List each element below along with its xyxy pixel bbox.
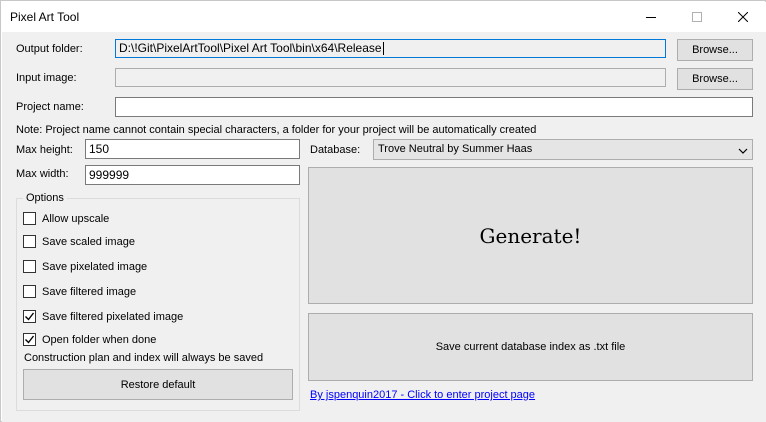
output-folder-value: D:\!Git\PixelArtTool\Pixel Art Tool\bin\…: [119, 41, 382, 55]
option-save-pixelated-image[interactable]: Save pixelated image: [23, 260, 147, 273]
checkbox-checked-icon[interactable]: [23, 333, 36, 346]
checkbox-unchecked-icon[interactable]: [23, 260, 36, 273]
options-footer-note: Construction plan and index will always …: [24, 352, 264, 364]
database-select[interactable]: Trove Neutral by Summer Haas: [373, 139, 753, 160]
max-height-label: Max height:: [16, 144, 73, 156]
output-folder-label: Output folder:: [16, 43, 83, 55]
option-save-scaled-image[interactable]: Save scaled image: [23, 235, 135, 248]
database-selected-value: Trove Neutral by Summer Haas: [378, 143, 533, 155]
output-folder-browse-button[interactable]: Browse...: [677, 39, 753, 61]
maximize-button[interactable]: [674, 2, 720, 32]
option-save-filtered-pixelated-image[interactable]: Save filtered pixelated image: [23, 310, 183, 323]
app-window: Pixel Art Tool Output folder: D:\!Git\Pi…: [0, 0, 766, 422]
checkbox-checked-icon[interactable]: [23, 310, 36, 323]
save-database-index-button[interactable]: Save current database index as .txt file: [308, 313, 753, 381]
option-open-folder-when-done[interactable]: Open folder when done: [23, 333, 156, 346]
client-area: Output folder: D:\!Git\PixelArtTool\Pixe…: [2, 32, 766, 422]
title-bar[interactable]: Pixel Art Tool: [2, 2, 766, 32]
option-label: Save pixelated image: [42, 260, 148, 273]
option-label: Save scaled image: [42, 235, 135, 248]
generate-button[interactable]: Generate!: [308, 167, 753, 304]
input-image-field[interactable]: [115, 68, 666, 87]
max-width-label: Max width:: [16, 168, 69, 180]
option-label: Allow upscale: [42, 212, 110, 225]
option-label: Save filtered image: [42, 285, 137, 298]
maximize-icon: [692, 12, 702, 22]
close-icon: [738, 12, 748, 22]
window-title: Pixel Art Tool: [10, 10, 80, 24]
option-allow-upscale[interactable]: Allow upscale: [23, 212, 109, 225]
chevron-down-icon: [738, 146, 748, 158]
text-caret: [382, 42, 384, 56]
output-folder-field[interactable]: D:\!Git\PixelArtTool\Pixel Art Tool\bin\…: [115, 39, 666, 58]
minimize-icon: [646, 12, 656, 22]
project-name-label: Project name:: [16, 101, 84, 113]
project-page-link[interactable]: By jspenquin2017 - Click to enter projec…: [310, 389, 535, 401]
max-height-input[interactable]: 150: [85, 139, 300, 159]
minimize-button[interactable]: [628, 2, 674, 32]
checkbox-unchecked-icon[interactable]: [23, 235, 36, 248]
options-group-title: Options: [23, 192, 67, 204]
close-button[interactable]: [720, 2, 766, 32]
project-name-input[interactable]: [115, 97, 753, 117]
option-label: Open folder when done: [42, 333, 157, 346]
input-image-label: Input image:: [16, 72, 77, 84]
restore-default-button[interactable]: Restore default: [23, 369, 293, 400]
database-label: Database:: [310, 144, 361, 156]
option-label: Save filtered pixelated image: [42, 310, 184, 323]
project-name-note: Note: Project name cannot contain specia…: [16, 124, 537, 136]
option-save-filtered-image[interactable]: Save filtered image: [23, 285, 136, 298]
checkbox-unchecked-icon[interactable]: [23, 212, 36, 225]
input-image-browse-button[interactable]: Browse...: [677, 68, 753, 90]
max-width-input[interactable]: 999999: [85, 165, 300, 185]
checkbox-unchecked-icon[interactable]: [23, 285, 36, 298]
